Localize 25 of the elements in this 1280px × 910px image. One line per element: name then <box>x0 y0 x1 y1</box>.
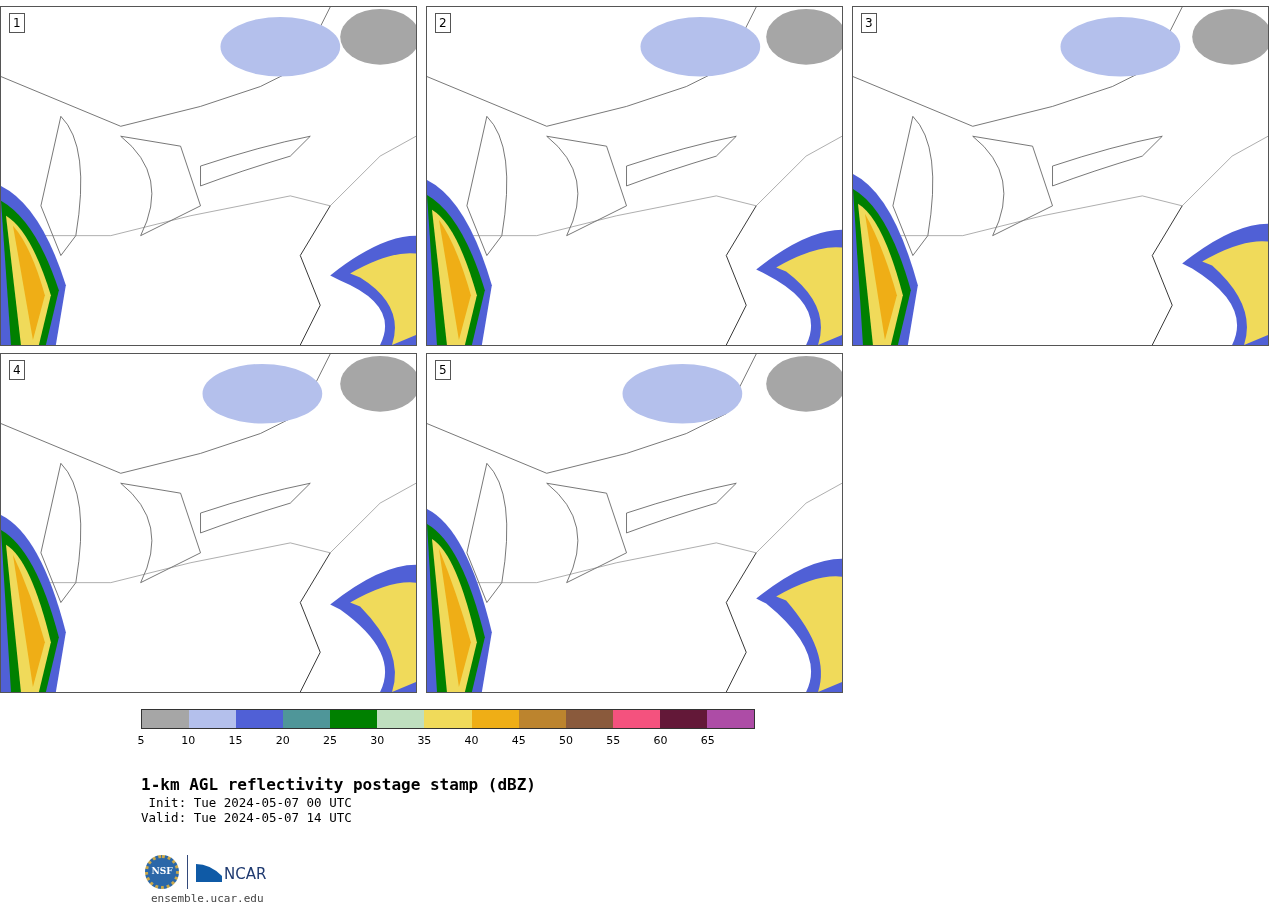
scale-tick-label: 40 <box>464 735 479 747</box>
globe-logo: NSF <box>145 855 179 889</box>
scale-tick-label: 45 <box>511 735 526 747</box>
panel-number: 1 <box>9 13 25 33</box>
site-url: ensemble.ucar.edu <box>151 892 264 905</box>
panel-number: 4 <box>9 360 25 380</box>
scale-tick-label: 60 <box>653 735 668 747</box>
scale-tick-label: 15 <box>228 735 243 747</box>
panel-number: 2 <box>435 13 451 33</box>
chart-title: 1-km AGL reflectivity postage stamp (dBZ) <box>141 775 536 795</box>
scale-tick-label: 50 <box>559 735 574 747</box>
scale-tick-label: 35 <box>417 735 432 747</box>
swoosh-icon <box>196 862 222 882</box>
scale-tick-label: 10 <box>181 735 196 747</box>
panel-number: 5 <box>435 360 451 380</box>
scale-tick-label: 30 <box>370 735 385 747</box>
scale-tick-label: 5 <box>137 735 145 747</box>
scale-tick-label: 20 <box>275 735 290 747</box>
scale-tick-label: 65 <box>700 735 715 747</box>
valid-time: Valid: Tue 2024-05-07 14 UTC <box>141 810 352 825</box>
scale-tick-label: 25 <box>322 735 337 747</box>
scale-tick-label: 55 <box>606 735 621 747</box>
ncar-logo: NCAR <box>196 862 267 882</box>
panel-number: 3 <box>861 13 877 33</box>
init-time: Init: Tue 2024-05-07 00 UTC <box>147 795 352 810</box>
